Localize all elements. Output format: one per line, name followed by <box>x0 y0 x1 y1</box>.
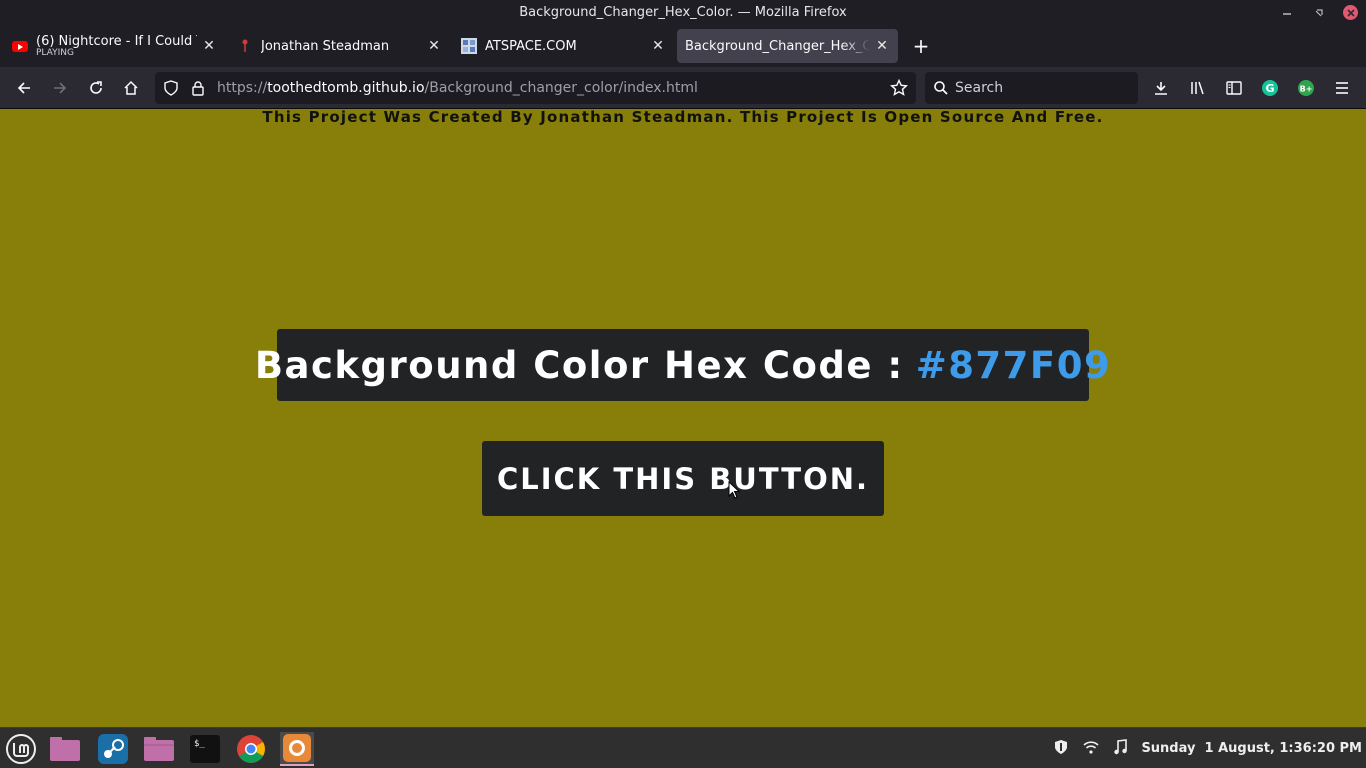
new-tab-button[interactable]: + <box>908 33 934 59</box>
svg-text:B+: B+ <box>1300 85 1313 94</box>
url-path: /Background_changer_color/index.html <box>424 80 698 96</box>
youtube-icon <box>12 38 28 54</box>
files-icon[interactable] <box>48 732 82 766</box>
pin-icon <box>237 38 253 54</box>
url-bar[interactable]: https://toothedtomb.github.io/Background… <box>155 72 916 104</box>
mouse-cursor-icon <box>728 480 741 505</box>
close-tab-icon[interactable]: ✕ <box>650 38 666 54</box>
maximize-button[interactable] <box>1311 5 1327 21</box>
extension-b-plus-icon[interactable]: B+ <box>1294 76 1318 100</box>
minimize-button[interactable] <box>1279 5 1295 21</box>
tracking-protection-shield-icon[interactable] <box>163 80 179 100</box>
tab-label: Jonathan Steadman <box>261 38 390 54</box>
back-button[interactable] <box>12 76 36 100</box>
hex-code-display: Background Color Hex Code : #877F09 <box>255 329 1110 401</box>
page-content: This Project Was Created By Jonathan Ste… <box>0 109 1366 727</box>
tab-atspace[interactable]: ATSPACE.COM ✕ <box>453 29 674 63</box>
tab-label: ATSPACE.COM <box>485 38 577 54</box>
close-tab-icon[interactable]: ✕ <box>426 38 442 54</box>
close-window-button[interactable] <box>1343 5 1358 20</box>
forward-button[interactable] <box>48 76 72 100</box>
navigation-toolbar: https://toothedtomb.github.io/Background… <box>0 67 1366 109</box>
shield-icon[interactable] <box>1053 739 1069 759</box>
lock-icon[interactable] <box>191 80 205 100</box>
downloads-icon[interactable] <box>1149 76 1173 100</box>
svg-text:$_: $_ <box>194 739 205 749</box>
music-note-icon[interactable] <box>1113 738 1128 759</box>
taskbar: $_ Sunday 1 August, 1:36:20 PM <box>0 727 1366 768</box>
url-scheme: https:// <box>217 80 268 96</box>
grammarly-extension-icon[interactable]: G <box>1258 76 1282 100</box>
hex-code-value: #877F09 <box>915 343 1112 387</box>
search-icon <box>933 80 949 100</box>
wifi-icon[interactable] <box>1083 740 1099 758</box>
tab-label: (6) Nightcore - If I Could Tell <box>36 34 197 48</box>
hex-code-label: Background Color Hex Code : <box>254 343 904 387</box>
window-title: Background_Changer_Hex_Color. — Mozilla … <box>519 5 847 20</box>
reload-button[interactable] <box>84 76 108 100</box>
search-bar[interactable]: Search <box>925 72 1138 104</box>
search-placeholder: Search <box>955 80 1004 96</box>
svg-text:G: G <box>1265 82 1274 95</box>
tab-playing-status: PLAYING <box>36 47 74 58</box>
folder-icon[interactable] <box>142 732 176 766</box>
home-button[interactable] <box>119 76 143 100</box>
steam-icon[interactable] <box>96 732 130 766</box>
tab-jonathan-steadman[interactable]: Jonathan Steadman ✕ <box>229 29 450 63</box>
atspace-icon <box>461 38 477 54</box>
system-tray: Sunday 1 August, 1:36:20 PM <box>1053 728 1362 768</box>
terminal-icon[interactable]: $_ <box>188 732 222 766</box>
tab-strip: (6) Nightcore - If I Could Tell PLAYING … <box>0 25 1366 67</box>
window-controls <box>1279 0 1358 25</box>
url-text[interactable]: https://toothedtomb.github.io/Background… <box>217 80 698 96</box>
library-icon[interactable] <box>1186 76 1210 100</box>
tab-nightcore[interactable]: (6) Nightcore - If I Could Tell PLAYING … <box>4 29 225 63</box>
mint-menu-icon[interactable] <box>4 732 38 766</box>
clock[interactable]: Sunday 1 August, 1:36:20 PM <box>1141 741 1362 756</box>
window-titlebar: Background_Changer_Hex_Color. — Mozilla … <box>0 0 1366 25</box>
tab-label: Background_Changer_Hex_Color. <box>685 38 870 54</box>
close-tab-icon[interactable]: ✕ <box>201 38 217 54</box>
url-host: toothedtomb.github.io <box>267 80 425 96</box>
sidebar-icon[interactable] <box>1222 76 1246 100</box>
chrome-icon[interactable] <box>234 732 268 766</box>
firefox-icon[interactable] <box>280 732 314 766</box>
app-menu-icon[interactable] <box>1330 76 1354 100</box>
bookmark-star-icon[interactable] <box>889 78 909 101</box>
credit-text: This Project Was Created By Jonathan Ste… <box>262 108 1104 126</box>
change-color-button[interactable]: CLICK THIS BUTTON. <box>482 441 884 516</box>
tab-background-changer[interactable]: Background_Changer_Hex_Color. ✕ <box>677 29 898 63</box>
close-tab-icon[interactable]: ✕ <box>874 38 890 54</box>
